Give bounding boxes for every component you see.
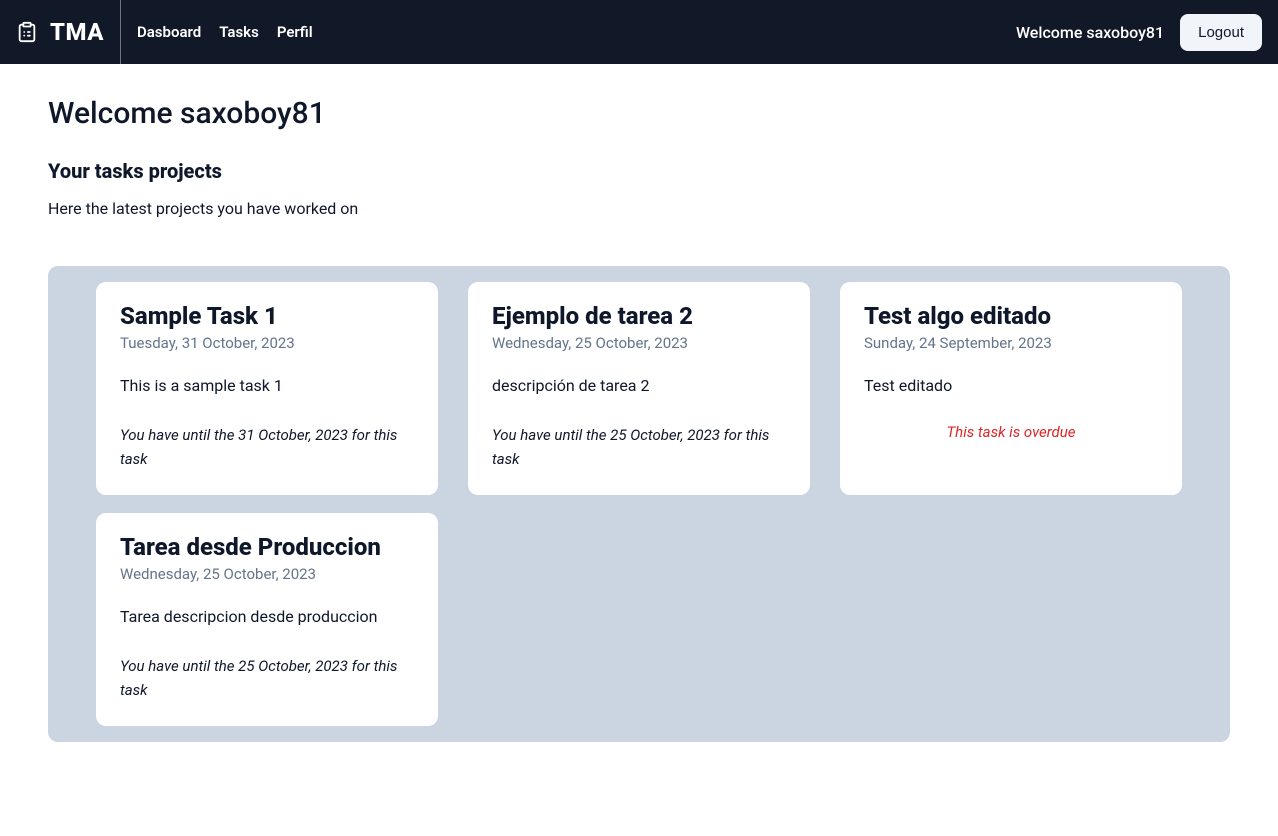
nav-link-tasks[interactable]: Tasks — [219, 23, 259, 41]
task-title: Ejemplo de tarea 2 — [492, 302, 786, 330]
task-card[interactable]: Ejemplo de tarea 2 Wednesday, 25 October… — [468, 282, 810, 495]
task-deadline: You have until the 31 October, 2023 for … — [120, 423, 414, 471]
welcome-user: Welcome saxoboy81 — [1016, 23, 1164, 42]
navbar: TMA Dasboard Tasks Perfil Welcome saxobo… — [0, 0, 1278, 64]
task-description: descripción de tarea 2 — [492, 376, 786, 395]
page-title: Welcome saxoboy81 — [48, 96, 1230, 131]
task-card[interactable]: Tarea desde Produccion Wednesday, 25 Oct… — [96, 513, 438, 726]
section-description: Here the latest projects you have worked… — [48, 199, 1230, 218]
task-date: Wednesday, 25 October, 2023 — [120, 565, 414, 583]
task-overdue: This task is overdue — [864, 423, 1158, 441]
tasks-container: Sample Task 1 Tuesday, 31 October, 2023 … — [48, 266, 1230, 742]
nav-link-profile[interactable]: Perfil — [277, 23, 313, 41]
section-title: Your tasks projects — [48, 159, 1230, 183]
brand-text: TMA — [50, 18, 104, 46]
task-date: Wednesday, 25 October, 2023 — [492, 334, 786, 352]
nav-links: Dasboard Tasks Perfil — [121, 23, 313, 41]
task-date: Sunday, 24 September, 2023 — [864, 334, 1158, 352]
navbar-left: TMA Dasboard Tasks Perfil — [16, 0, 313, 64]
main-content: Welcome saxoboy81 Your tasks projects He… — [0, 64, 1278, 774]
logout-button[interactable]: Logout — [1180, 14, 1262, 51]
task-deadline: You have until the 25 October, 2023 for … — [492, 423, 786, 471]
nav-link-dashboard[interactable]: Dasboard — [137, 23, 201, 41]
clipboard-icon — [16, 21, 38, 43]
task-description: Tarea descripcion desde produccion — [120, 607, 414, 626]
task-description: Test editado — [864, 376, 1158, 395]
task-deadline: You have until the 25 October, 2023 for … — [120, 654, 414, 702]
task-card[interactable]: Test algo editado Sunday, 24 September, … — [840, 282, 1182, 495]
task-date: Tuesday, 31 October, 2023 — [120, 334, 414, 352]
navbar-right: Welcome saxoboy81 Logout — [1016, 14, 1262, 51]
task-title: Test algo editado — [864, 302, 1158, 330]
task-description: This is a sample task 1 — [120, 376, 414, 395]
task-title: Sample Task 1 — [120, 302, 414, 330]
logo-section[interactable]: TMA — [16, 0, 121, 64]
task-card[interactable]: Sample Task 1 Tuesday, 31 October, 2023 … — [96, 282, 438, 495]
task-title: Tarea desde Produccion — [120, 533, 414, 561]
